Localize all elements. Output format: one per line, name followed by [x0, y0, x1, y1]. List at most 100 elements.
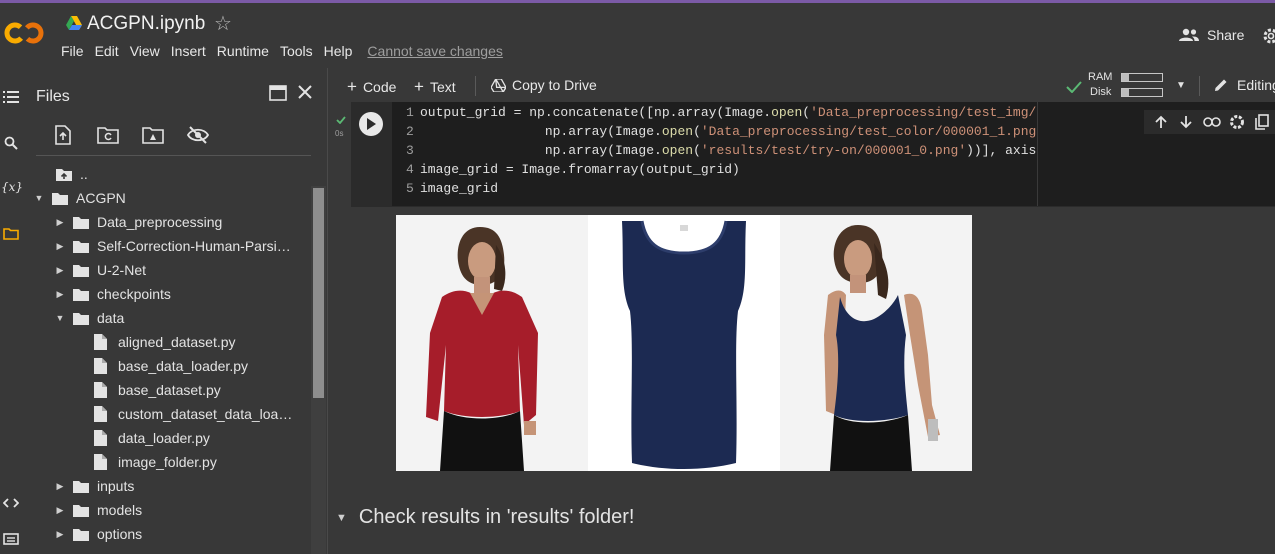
expand-caret-right-icon[interactable]: ▶: [53, 505, 67, 516]
expand-caret-down-icon[interactable]: ▼: [32, 193, 46, 203]
star-icon[interactable]: ☆: [214, 11, 232, 36]
menu-insert[interactable]: Insert: [171, 43, 206, 59]
code-editor[interactable]: 1 output_grid = np.concatenate([np.array(…: [392, 102, 1161, 206]
folder-icon: [73, 262, 89, 278]
execution-success-icon: [336, 116, 346, 124]
mount-drive-icon[interactable]: [142, 124, 164, 146]
folder-icon[interactable]: [2, 225, 20, 243]
toolbar-separator: [475, 76, 476, 96]
folder-icon: [73, 478, 89, 494]
file-tree-label: checkpoints: [97, 286, 171, 302]
file-tree-folder[interactable]: ▶ options: [53, 522, 143, 546]
expand-caret-right-icon[interactable]: ▶: [53, 241, 67, 252]
expand-caret-right-icon[interactable]: ▶: [53, 289, 67, 300]
file-icon: [94, 406, 110, 422]
move-cell-up-icon[interactable]: [1148, 115, 1173, 129]
menu-help[interactable]: Help: [324, 43, 353, 59]
ram-usage-bar: [1121, 73, 1163, 82]
file-tree-folder[interactable]: ▼ ACGPN: [32, 186, 126, 210]
file-tree-folder[interactable]: ..: [56, 162, 88, 186]
expand-caret-right-icon[interactable]: ▶: [53, 265, 67, 276]
resources-dropdown-icon[interactable]: ▼: [1176, 80, 1186, 91]
file-tree-file[interactable]: aligned_dataset.py: [74, 330, 236, 354]
mirror-cell-icon[interactable]: [1250, 114, 1275, 130]
file-icon: [94, 334, 110, 350]
file-tree-folder[interactable]: ▶ checkpoints: [53, 282, 171, 306]
expand-caret-right-icon[interactable]: ▶: [53, 481, 67, 492]
cell-settings-gear-icon[interactable]: [1224, 114, 1249, 130]
menu-tools[interactable]: Tools: [280, 43, 313, 59]
file-tree-folder[interactable]: ▶ Data_preprocessing: [53, 210, 223, 234]
app-header: ACGPN.ipynb ☆ File Edit View Insert Runt…: [0, 3, 1275, 67]
file-tree-folder[interactable]: ▶ models: [53, 498, 143, 522]
folder-up-icon: [56, 166, 72, 182]
file-tree-folder[interactable]: ▶ U-2-Net: [53, 258, 146, 282]
add-code-button[interactable]: + Code: [347, 77, 396, 97]
settings-gear-icon[interactable]: [1262, 27, 1275, 45]
expand-caret-right-icon[interactable]: ▶: [53, 217, 67, 228]
close-icon[interactable]: [296, 83, 314, 101]
menu-edit[interactable]: Edit: [95, 43, 119, 59]
disk-usage-fill: [1122, 89, 1130, 96]
file-tree-label: ACGPN: [76, 190, 126, 206]
line-number: 4: [406, 162, 414, 177]
editing-mode-button[interactable]: Editing: [1213, 77, 1275, 93]
output-image-person: [396, 215, 588, 471]
folder-icon: [73, 526, 89, 542]
upload-file-icon[interactable]: [52, 124, 74, 146]
link-icon[interactable]: [1199, 117, 1224, 127]
file-tree-label: base_data_loader.py: [118, 358, 248, 374]
command-palette-icon[interactable]: [2, 530, 20, 548]
code-snippets-icon[interactable]: [2, 494, 20, 512]
section-heading[interactable]: ▼ Check results in 'results' folder!: [336, 506, 634, 529]
menu-view[interactable]: View: [130, 43, 160, 59]
file-tree-file[interactable]: data_loader.py: [74, 426, 210, 450]
file-tree-folder[interactable]: ▶ inputs: [53, 474, 135, 498]
folder-icon: [52, 190, 68, 206]
code-token: open: [661, 124, 694, 139]
file-tree-label: ..: [80, 166, 88, 182]
file-tree-file[interactable]: custom_dataset_data_loa…: [74, 402, 292, 426]
toolbar-separator: [1199, 76, 1200, 96]
save-status-link[interactable]: Cannot save changes: [367, 43, 502, 59]
file-tree-scrollbar-thumb[interactable]: [313, 188, 324, 398]
code-token: ))], axis=: [966, 143, 1045, 158]
table-of-contents-icon[interactable]: [2, 88, 20, 106]
section-title: Check results in 'results' folder!: [358, 506, 635, 528]
colab-logo[interactable]: [4, 19, 46, 47]
output-image-garment: [588, 215, 780, 471]
code-token: (: [693, 143, 701, 158]
code-line-2: np.array(Image.: [420, 124, 662, 139]
search-icon[interactable]: [2, 134, 20, 152]
move-cell-down-icon[interactable]: [1173, 115, 1198, 129]
file-tree-file[interactable]: base_data_loader.py: [74, 354, 248, 378]
share-button[interactable]: Share: [1179, 27, 1244, 43]
file-tree-file[interactable]: image_folder.py: [74, 450, 217, 474]
file-tree-file[interactable]: base_dataset.py: [74, 378, 221, 402]
file-tree-label: Data_preprocessing: [97, 214, 223, 230]
folder-icon: [73, 502, 89, 518]
notebook-title[interactable]: ACGPN.ipynb: [87, 13, 205, 35]
folder-icon: [73, 214, 89, 230]
ram-usage-fill: [1122, 74, 1130, 81]
file-tree-label: data: [97, 310, 125, 326]
menu-runtime[interactable]: Runtime: [217, 43, 269, 59]
open-in-tab-icon[interactable]: [269, 85, 287, 101]
file-tree-folder[interactable]: ▼ data: [53, 306, 125, 330]
connected-check-icon: [1066, 81, 1082, 93]
hide-hidden-files-icon[interactable]: [187, 124, 209, 146]
line-number: 2: [406, 124, 414, 139]
copy-to-drive-button[interactable]: Copy to Drive: [491, 77, 597, 93]
menu-file[interactable]: File: [61, 43, 84, 59]
expand-caret-down-icon[interactable]: ▼: [53, 313, 67, 323]
add-text-label: Text: [429, 79, 456, 95]
expand-caret-right-icon[interactable]: ▶: [53, 529, 67, 540]
collapse-caret-icon[interactable]: ▼: [336, 512, 347, 524]
run-cell-button[interactable]: [359, 112, 383, 136]
add-text-button[interactable]: + Text: [414, 77, 456, 97]
variables-icon[interactable]: {x}: [1, 178, 23, 196]
refresh-folder-icon[interactable]: [97, 124, 119, 146]
file-tree-folder[interactable]: ▶ Self-Correction-Human-Parsi…: [53, 234, 291, 258]
files-panel-title: Files: [36, 88, 70, 105]
files-divider: [36, 155, 311, 156]
